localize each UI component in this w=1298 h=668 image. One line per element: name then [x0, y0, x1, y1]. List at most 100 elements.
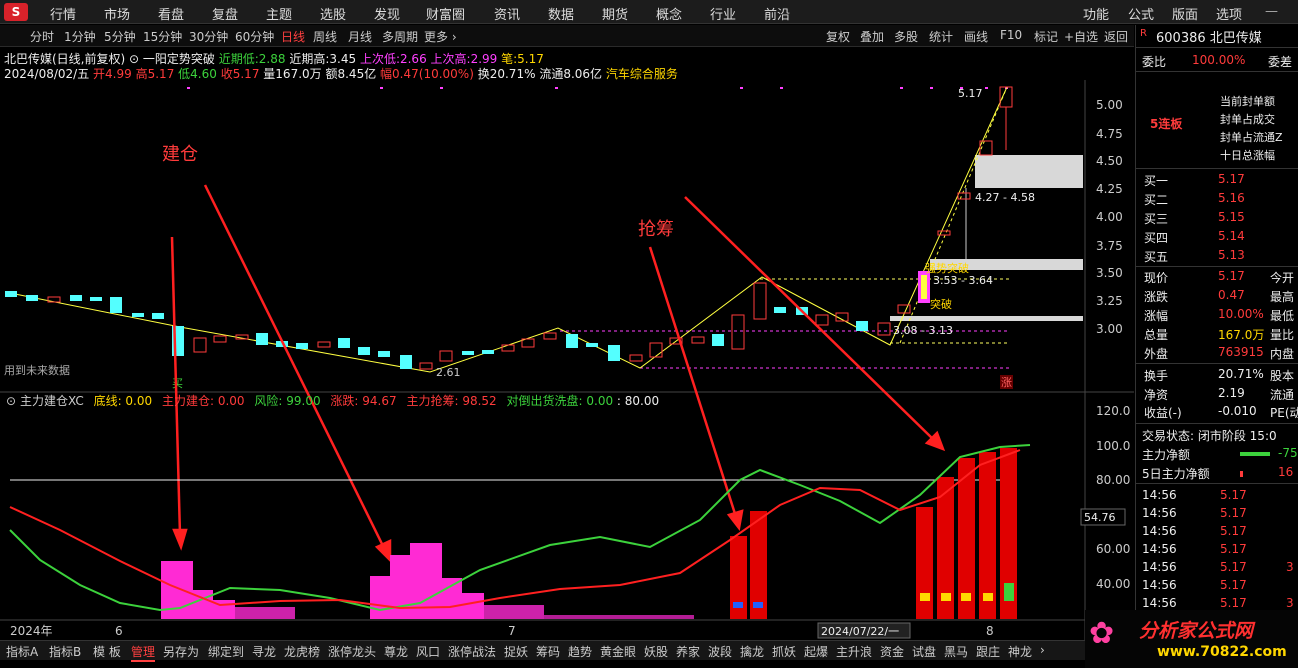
price-tick: 4.00 [1096, 210, 1123, 224]
candle [132, 313, 144, 317]
menu-item[interactable]: 复盘 [212, 4, 238, 23]
indicator-tab[interactable]: 指标B [49, 643, 81, 660]
date-label: 6 [115, 624, 123, 638]
menu-item[interactable]: 选项 [1216, 4, 1242, 23]
menu-item[interactable]: 前沿 [764, 4, 790, 23]
grab-bar-segment [733, 602, 743, 608]
menu-item[interactable]: 发现 [374, 4, 400, 23]
grab-bar [916, 507, 933, 619]
indicator-tab[interactable]: 资金 [880, 643, 904, 660]
quote-value: 10.00% [1218, 307, 1264, 321]
menu-item[interactable]: 期货 [602, 4, 628, 23]
quote-value: 763915 [1218, 345, 1264, 359]
grab-bar-segment [1004, 583, 1014, 601]
indicator-tab[interactable]: 绑定到 [208, 643, 244, 660]
webi-label: 委比 [1142, 55, 1167, 69]
menu-item[interactable]: 行业 [710, 4, 736, 23]
top-marker [440, 87, 443, 89]
seal-label: 当前封单额 [1220, 95, 1275, 108]
menu-item[interactable]: 看盘 [158, 4, 184, 23]
menu-item[interactable]: 数据 [548, 4, 574, 23]
indicator-tab[interactable]: 波段 [708, 643, 732, 660]
menu-item[interactable]: 财富圈 [426, 4, 465, 23]
indicator-tab[interactable]: 模 板 [93, 643, 121, 660]
indicator-tab[interactable]: 试盘 [912, 643, 936, 660]
candle [26, 295, 38, 301]
quote-value: 5.17 [1218, 269, 1245, 283]
sub-axis-tick: 60.00 [1096, 542, 1130, 556]
tab-scroll-arrow-icon[interactable]: › [1040, 643, 1045, 657]
quote-label: 外盘 [1144, 347, 1169, 361]
menu-item[interactable]: 版面 [1172, 4, 1198, 23]
lianban-badge: 5连板 [1150, 117, 1183, 131]
menu-item[interactable]: 市场 [104, 4, 130, 23]
candle [543, 332, 557, 340]
indicator-tab[interactable]: 龙虎榜 [284, 643, 320, 660]
menu-item[interactable]: 行情 [50, 4, 76, 23]
seal-label: 封单占流通Z [1220, 131, 1283, 144]
indicator-tab[interactable]: 尊龙 [384, 643, 408, 660]
price-tick: 3.75 [1096, 239, 1123, 253]
indicator-tab[interactable]: 寻龙 [252, 643, 276, 660]
quote-value: 20.71% [1218, 367, 1264, 381]
sub-indicator-line: 主力建仓XC 底线: 0.00 主力建仓: 0.00 风险: 99.00 涨跌:… [20, 393, 659, 408]
indicator-tab[interactable]: 趋势 [568, 643, 592, 660]
indicator-tab[interactable]: 妖股 [644, 643, 668, 660]
indicator-tab[interactable]: 主升浪 [836, 643, 872, 660]
kline-chart[interactable]: 5.00 4.75 4.50 4.25 4.00 3.75 3.50 3.25 … [0, 25, 1134, 640]
menu-item[interactable]: 资讯 [494, 4, 520, 23]
menu-item[interactable]: 选股 [320, 4, 346, 23]
future-data-note: 用到未来数据 [4, 363, 70, 377]
divider [1136, 47, 1298, 48]
indicator-tab[interactable]: 捉妖 [504, 643, 528, 660]
candle [774, 307, 786, 313]
indicator-tab[interactable]: 指标A [6, 643, 38, 660]
indicator-tab[interactable]: 养家 [676, 643, 700, 660]
build-bar [442, 578, 462, 619]
net-label: 主力净额 [1142, 448, 1191, 462]
tick-time: 14:56 [1142, 542, 1177, 556]
indicator-tab-selected[interactable]: 管理 [131, 643, 156, 662]
break-label: 突破 [930, 297, 952, 311]
divider [1136, 363, 1298, 364]
sub-axis-tick: 100.0 [1096, 439, 1130, 453]
net5-bar [1240, 471, 1243, 477]
tick-time: 14:56 [1142, 506, 1177, 520]
price-tick: 4.50 [1096, 154, 1123, 168]
candle [193, 337, 207, 353]
top-marker [380, 87, 383, 89]
candle [439, 350, 453, 362]
indicator-tab[interactable]: 另存为 [163, 643, 199, 660]
price-tick: 5.00 [1096, 98, 1123, 112]
candle [957, 192, 971, 200]
indicator-tab[interactable]: 涨停战法 [448, 643, 496, 660]
app-logo[interactable]: S [4, 3, 28, 21]
top-marker [780, 87, 783, 89]
quote-panel: R 600386 北巴传媒 委比 100.00% 委差 5连板 当前封单额 封单… [1135, 25, 1298, 668]
candle [358, 347, 370, 355]
brand-name: 分析家公式网 [1139, 620, 1254, 642]
indicator-tab[interactable]: 擒龙 [740, 643, 764, 660]
menu-item[interactable]: 功能 [1083, 4, 1109, 23]
candle [5, 291, 17, 297]
indicator-tab[interactable]: 黑马 [944, 643, 968, 660]
indicator-tab[interactable]: 神龙 [1008, 643, 1032, 660]
tick-price: 5.17 [1220, 578, 1247, 592]
range-box-upper [975, 155, 1083, 188]
top-marker [900, 87, 903, 89]
menu-item[interactable]: 主题 [266, 4, 292, 23]
indicator-tab[interactable]: 起爆 [804, 643, 828, 660]
price-tick: 3.25 [1096, 294, 1123, 308]
sub-risk: 风险: 99.00 [254, 393, 320, 408]
indicator-tab[interactable]: 黄金眼 [600, 643, 636, 660]
indicator-tab[interactable]: 跟庄 [976, 643, 1000, 660]
indicator-tab[interactable]: 风口 [416, 643, 440, 660]
menu-item[interactable]: 概念 [656, 4, 682, 23]
indicator-tab[interactable]: 筹码 [536, 643, 560, 660]
menu-item[interactable]: 公式 [1128, 4, 1154, 23]
indicator-tab[interactable]: 抓妖 [772, 643, 796, 660]
indicator-tab[interactable]: 涨停龙头 [328, 643, 376, 660]
sub-axis-tick: 80.00 [1096, 473, 1130, 487]
candle [317, 341, 331, 348]
minimize-icon[interactable]: — [1265, 4, 1278, 19]
